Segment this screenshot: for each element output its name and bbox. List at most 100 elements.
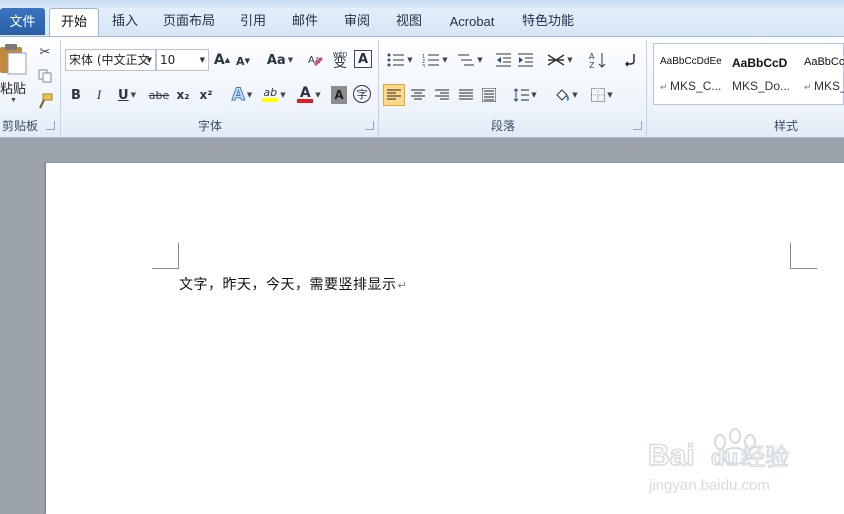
watermark-cn: 经验 (741, 443, 789, 471)
watermark-url: jingyan.baidu.com (648, 477, 770, 494)
highlight-label: ab (263, 86, 278, 99)
font-launcher-icon[interactable] (365, 121, 374, 130)
borders-button[interactable]: ▼ (588, 84, 616, 106)
numbering-button[interactable]: 1 2 3 ▼ (420, 50, 450, 70)
cut-icon[interactable]: ✂ (36, 43, 54, 61)
style-sample: AaBbCc (804, 56, 844, 68)
highlight-button[interactable]: ab ▼ (259, 84, 289, 106)
italic-button[interactable]: I (90, 85, 108, 105)
paragraph-group-label: 段落 (490, 119, 515, 133)
chinese-layout-button[interactable]: ▼ (545, 50, 575, 70)
clear-formatting-button[interactable]: Aa (306, 50, 326, 70)
align-center-button[interactable] (408, 84, 428, 106)
align-right-button[interactable] (432, 84, 452, 106)
style-card-mks-c[interactable]: AaBbCcDdEe ↵ MKS_C... (656, 46, 727, 102)
tab-insert[interactable]: 插入 (104, 8, 146, 36)
phonetic-guide-button[interactable]: wén 变 (330, 48, 350, 70)
sort-icon: AZ (589, 52, 606, 69)
paste-button[interactable] (0, 40, 30, 76)
title-bar-strip (0, 0, 844, 8)
svg-text:Z: Z (589, 61, 595, 69)
style-card-mks-do[interactable]: AaBbCcD MKS_Do... (728, 46, 799, 102)
svg-text:3: 3 (422, 64, 425, 67)
bullet-list-icon (387, 53, 405, 67)
distributed-button[interactable] (479, 84, 499, 106)
font-name-combo[interactable]: 宋体 (中文正文 ▼ (65, 49, 156, 71)
copy-icon[interactable] (36, 67, 54, 85)
watermark-brand2: du (711, 445, 738, 470)
line-spacing-button[interactable]: ▼ (512, 84, 538, 106)
tab-view[interactable]: 视图 (388, 8, 430, 36)
character-border-button[interactable]: A (354, 50, 372, 68)
tab-review[interactable]: 审阅 (336, 8, 378, 36)
clear-formatting-icon: Aa (308, 55, 324, 67)
highlight-swatch (262, 98, 279, 102)
margin-corner-mark (790, 243, 817, 269)
distributed-icon (482, 88, 496, 102)
paste-label[interactable]: 粘贴 (0, 78, 26, 97)
tab-acrobat[interactable]: Acrobat (442, 8, 502, 36)
subscript-button[interactable]: x₂ (173, 85, 193, 105)
paragraph-mark-icon (625, 54, 635, 67)
document-text-line[interactable]: 文字，昨天，今天，需要竖排显示↵ (179, 274, 407, 294)
group-divider (60, 40, 61, 136)
style-sample: AaBbCcDdEe (660, 56, 722, 67)
format-painter-icon[interactable] (36, 92, 54, 110)
text-effects-button[interactable]: A ▼ (228, 84, 256, 106)
underline-button[interactable]: U ▼ (113, 85, 141, 105)
style-sample: AaBbCcD (732, 56, 788, 70)
font-group-label: 字体 (197, 119, 222, 133)
paste-dropdown-icon[interactable]: ▼ (10, 97, 17, 104)
font-color-label: A (299, 85, 311, 101)
show-hide-marks-button[interactable] (620, 50, 640, 70)
increase-indent-button[interactable] (516, 50, 536, 70)
tab-special-features[interactable]: 特色功能 (516, 8, 580, 36)
watermark-brand: Bai (648, 439, 695, 472)
tab-page-layout[interactable]: 页面布局 (158, 8, 220, 36)
grow-font-label: A (213, 52, 225, 68)
line-spacing-icon (513, 88, 530, 102)
tab-references[interactable]: 引用 (232, 8, 274, 36)
shrink-font-label: A (236, 54, 245, 68)
strikethrough-button[interactable]: abe (148, 85, 170, 105)
text-effects-label: A (231, 85, 245, 106)
clipboard-group-label: 剪贴板 (1, 119, 38, 133)
chinese-layout-icon (547, 54, 565, 66)
style-card-mks[interactable]: AaBbCc ↵ MKS_ (800, 46, 844, 102)
group-divider (378, 40, 379, 136)
phonetic-char: 变 (333, 55, 347, 71)
tab-mailings[interactable]: 邮件 (284, 8, 326, 36)
shading-button[interactable]: ▼ (551, 84, 581, 106)
margin-corner-mark (152, 243, 179, 269)
sort-button[interactable]: AZ (587, 49, 609, 71)
superscript-button[interactable]: x² (196, 85, 216, 105)
bold-button[interactable]: B (67, 85, 85, 105)
style-name: ↵ MKS_C... (660, 79, 722, 93)
clipboard-icon (0, 44, 27, 75)
font-color-button[interactable]: A ▼ (294, 84, 324, 106)
align-left-button[interactable] (383, 84, 405, 106)
paragraph-mark: ↵ (397, 279, 408, 292)
change-case-label: Aa (266, 52, 286, 68)
tab-file[interactable]: 文件 (0, 8, 45, 35)
decrease-indent-button[interactable] (494, 50, 514, 70)
enclose-characters-button[interactable]: 字 (353, 85, 371, 103)
bullets-button[interactable]: ▼ (385, 50, 415, 70)
document-text: 文字，昨天，今天，需要竖排显示 (179, 277, 397, 293)
multilevel-list-button[interactable]: ▼ (455, 50, 485, 70)
borders-icon (591, 88, 606, 102)
change-case-button[interactable]: Aa ▼ (265, 50, 295, 70)
shrink-font-button[interactable]: A ▼ (234, 52, 252, 70)
svg-text:A: A (589, 52, 595, 61)
font-size-combo[interactable]: 10 ▼ (156, 49, 209, 71)
paragraph-launcher-icon[interactable] (633, 121, 642, 130)
chevron-down-icon: ▼ (146, 56, 152, 64)
justify-button[interactable] (456, 84, 476, 106)
clipboard-launcher-icon[interactable] (46, 121, 55, 130)
numbered-list-icon: 123 (422, 54, 440, 67)
tab-home[interactable]: 开始 (49, 8, 99, 37)
style-name: MKS_Do... (732, 79, 791, 93)
grow-font-button[interactable]: A ▲ (213, 50, 231, 70)
justify-icon (459, 89, 473, 100)
character-shading-button[interactable]: A (331, 86, 347, 104)
